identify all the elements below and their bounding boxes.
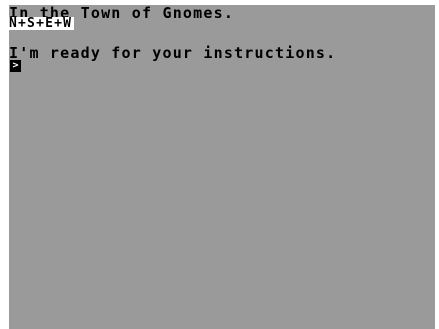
game-screen[interactable]: In the Town of Gnomes. N+S+E+W I'm ready… (9, 5, 435, 329)
command-prompt[interactable]: > (10, 60, 21, 72)
exits-list: N+S+E+W (9, 16, 75, 31)
system-message: I'm ready for your instructions. (9, 44, 337, 62)
